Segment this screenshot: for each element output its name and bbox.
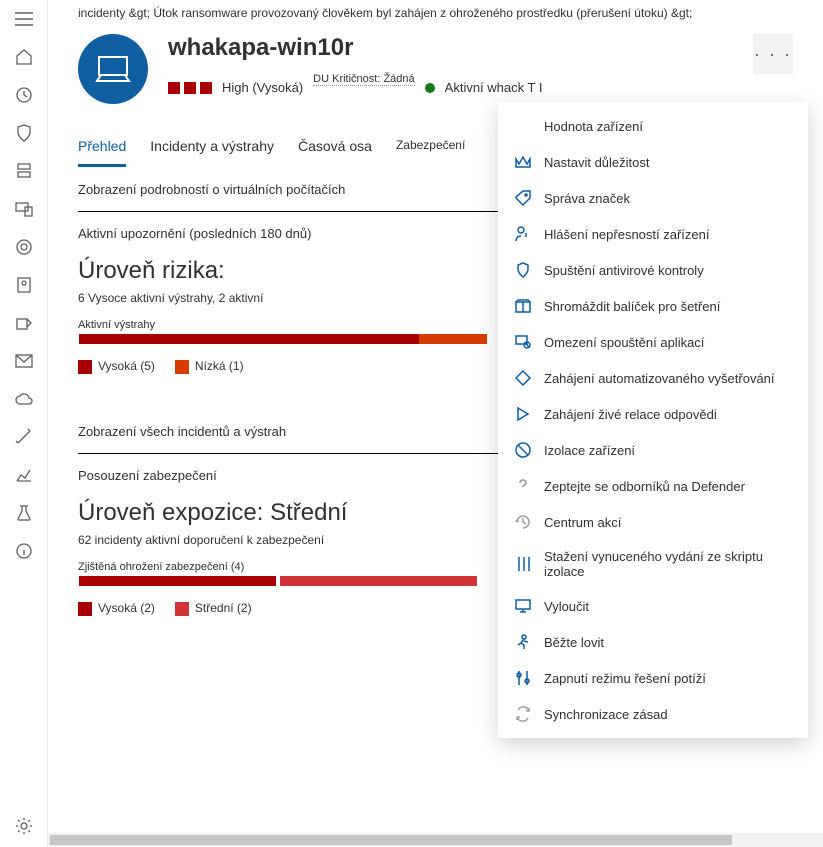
- breadcrumb[interactable]: incidenty &gt; Útok ransomware provozova…: [78, 0, 793, 34]
- menu-troubleshoot-mode[interactable]: Zapnutí režimu řešení potíží: [498, 660, 808, 696]
- status-dot: [425, 83, 435, 93]
- tab-overview[interactable]: Přehled: [78, 132, 126, 167]
- menu-set-importance[interactable]: Nastavit důležitost: [498, 144, 808, 180]
- menu-sync-policy[interactable]: Synchronizace zásad: [498, 696, 808, 732]
- tune-icon: [514, 669, 532, 687]
- share-icon[interactable]: [8, 312, 40, 334]
- mail-icon[interactable]: [8, 350, 40, 372]
- device-avatar: [78, 34, 148, 104]
- block-icon: [514, 441, 532, 459]
- vuln-bar: [78, 575, 478, 587]
- device-actions-menu: Hodnota zařízení Nastavit důležitost Spr…: [498, 102, 808, 738]
- chart-icon[interactable]: [8, 464, 40, 486]
- sync-icon: [514, 705, 532, 723]
- run-icon: [514, 633, 532, 651]
- menu-device-value[interactable]: Hodnota zařízení: [498, 108, 808, 144]
- crown-icon: [514, 153, 532, 171]
- play-icon: [514, 405, 532, 423]
- menu-report-inaccuracy[interactable]: Hlášení nepřesností zařízení: [498, 216, 808, 252]
- question-icon: [514, 477, 532, 495]
- menu-isolate[interactable]: Izolace zařízení: [498, 432, 808, 468]
- devices-icon[interactable]: [8, 198, 40, 220]
- menu-download-release[interactable]: Stažení vynuceného vydání ze skriptu izo…: [498, 540, 808, 588]
- menu-auto-investigate[interactable]: Zahájení automatizovaného vyšetřování: [498, 360, 808, 396]
- shield-scan-icon: [514, 261, 532, 279]
- hamburger-icon[interactable]: [8, 8, 40, 30]
- cloud-icon[interactable]: [8, 388, 40, 410]
- risk-level-label: High (Vysoká): [222, 80, 303, 95]
- menu-manage-tags[interactable]: Správa značek: [498, 180, 808, 216]
- home-icon[interactable]: [8, 46, 40, 68]
- person-report-icon: [514, 225, 532, 243]
- menu-action-center[interactable]: Centrum akcí: [498, 504, 808, 540]
- active-alerts-bar: [78, 333, 488, 345]
- restrict-icon: [514, 333, 532, 351]
- menu-go-hunt[interactable]: Běžte lovit: [498, 624, 808, 660]
- more-actions-button[interactable]: · · ·: [753, 34, 793, 74]
- server-icon[interactable]: [8, 160, 40, 182]
- tab-timeline[interactable]: Časová osa: [298, 132, 372, 167]
- device-title: whakapa-win10r: [168, 34, 753, 62]
- badge-icon[interactable]: [8, 236, 40, 258]
- menu-live-response[interactable]: Zahájení živé relace odpovědi: [498, 396, 808, 432]
- contact-icon[interactable]: [8, 274, 40, 296]
- shield-icon[interactable]: [8, 122, 40, 144]
- horizontal-scrollbar[interactable]: [48, 833, 823, 847]
- status-label: Aktivní whack T I: [445, 80, 543, 95]
- tab-security[interactable]: Zabezpečení: [396, 132, 465, 167]
- investigate-icon: [514, 369, 532, 387]
- menu-exclude[interactable]: Vyloučit: [498, 588, 808, 624]
- menu-ask-experts[interactable]: Zeptejte se odborníků na Defender: [498, 468, 808, 504]
- menu-collect-package[interactable]: Shromáždit balíček pro šetření: [498, 288, 808, 324]
- tag-icon: [514, 189, 532, 207]
- menu-run-antivirus[interactable]: Spuštění antivirové kontroly: [498, 252, 808, 288]
- beaker-icon[interactable]: [8, 502, 40, 524]
- clock-icon[interactable]: [8, 84, 40, 106]
- info-icon[interactable]: [8, 540, 40, 562]
- criticality-label: DU Kritičnost: Žádná: [313, 73, 415, 86]
- blank-icon: [514, 117, 532, 135]
- gear-icon[interactable]: [8, 815, 40, 837]
- left-nav: [0, 0, 48, 847]
- monitor-icon: [514, 597, 532, 615]
- risk-level-squares: [168, 82, 212, 94]
- wand-icon[interactable]: [8, 426, 40, 448]
- tab-incidents[interactable]: Incidenty a výstrahy: [150, 132, 274, 167]
- history-icon: [514, 513, 532, 531]
- package-icon: [514, 297, 532, 315]
- menu-restrict-apps[interactable]: Omezení spouštění aplikací: [498, 324, 808, 360]
- sliders-icon: [514, 555, 532, 573]
